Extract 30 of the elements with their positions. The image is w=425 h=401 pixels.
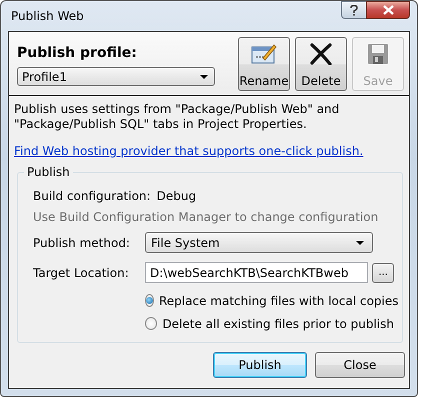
build-configuration-label: Build configuration:: [33, 189, 151, 203]
close-button[interactable]: [366, 1, 410, 19]
publish-method-label: Publish method:: [33, 236, 131, 250]
dropdown-arrow-icon: [356, 240, 364, 244]
rename-button[interactable]: Rename: [238, 36, 290, 90]
delete-icon: [309, 42, 333, 64]
dropdown-arrow-icon: [200, 74, 208, 78]
group-title: Publish: [24, 165, 73, 179]
radio-button[interactable]: [145, 317, 158, 330]
profile-label: Publish profile:: [17, 45, 138, 61]
close-icon: [382, 5, 394, 15]
target-location-field[interactable]: D:\webSearchKTB\SearchKTBweb: [145, 262, 368, 283]
dialog-button[interactable]: Publish: [213, 352, 307, 378]
radio-button[interactable]: [145, 294, 154, 307]
dialog-button[interactable]: Close: [315, 352, 405, 378]
radio-label[interactable]: Delete all existing files prior to publish: [162, 316, 394, 330]
profile-dropdown[interactable]: Profile1: [17, 67, 215, 86]
target-location-label: Target Location:: [33, 266, 130, 280]
window-title: Publish Web: [10, 9, 84, 23]
build-configuration-value: Debug: [156, 189, 196, 203]
hosting-provider-link[interactable]: Find Web hosting provider that supports one-click publish.: [14, 144, 364, 158]
rename-icon: [251, 42, 277, 64]
browse-button[interactable]: ...: [372, 262, 394, 282]
configuration-hint: Use Build Configuration Manager to change configuration: [33, 210, 380, 224]
question-mark-icon: [350, 4, 358, 16]
help-button[interactable]: [341, 1, 366, 19]
description-text: Publish uses settings from "Package/Publish Web" and "Package/Publish SQL" tabs in Project Properties.: [14, 102, 340, 132]
delete-button[interactable]: Delete: [295, 36, 347, 90]
radio-label[interactable]: Replace matching files with local copies: [159, 294, 399, 308]
publish-method-dropdown[interactable]: File System: [145, 232, 373, 253]
